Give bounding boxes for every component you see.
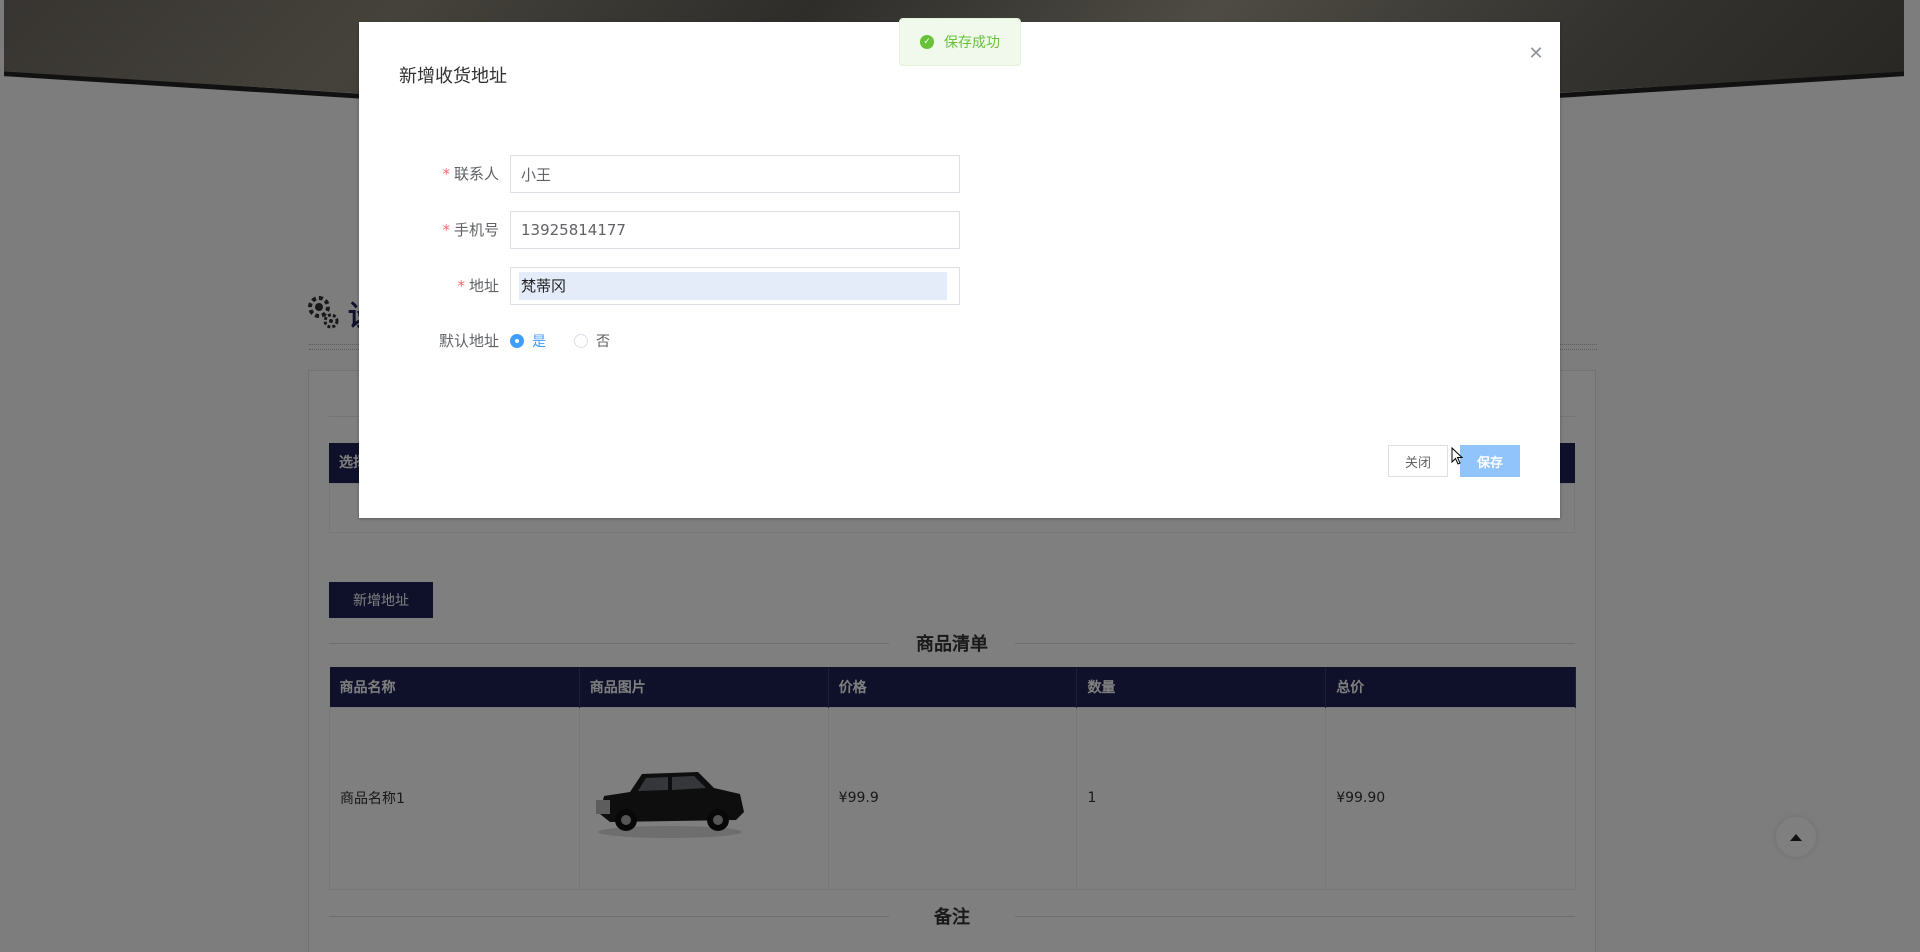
address-input-value: 梵蒂冈 — [519, 272, 947, 300]
phone-label-wrap: * 手机号 — [359, 211, 499, 249]
close-button[interactable]: 关闭 — [1388, 445, 1448, 477]
radio-no[interactable]: 否 — [574, 331, 610, 351]
required-mark: * — [442, 165, 450, 183]
check-circle-icon: ✓ — [920, 35, 934, 49]
contact-input[interactable] — [510, 155, 960, 193]
required-mark: * — [457, 277, 465, 295]
form-row-address: * 地址 梵蒂冈 — [359, 267, 1059, 305]
phone-label-text: 手机号 — [453, 221, 499, 239]
phone-label: * 手机号 — [359, 211, 499, 249]
success-toast: ✓ 保存成功 — [899, 18, 1021, 66]
address-label-text: 地址 — [468, 277, 499, 295]
default-label-wrap: 默认地址 — [359, 322, 499, 360]
form-row-contact: * 联系人 — [359, 155, 1059, 193]
phone-input[interactable] — [510, 211, 960, 249]
save-button[interactable]: 保存 — [1460, 445, 1520, 477]
form-row-default: 默认地址 是 否 — [359, 322, 1059, 360]
radio-unchecked-icon — [574, 334, 588, 348]
mouse-cursor-icon — [1451, 447, 1463, 465]
default-address-label: 默认地址 — [438, 332, 499, 350]
address-label: * 地址 — [359, 267, 499, 305]
radio-checked-icon — [510, 334, 524, 348]
contact-label-text: 联系人 — [453, 165, 499, 183]
radio-yes[interactable]: 是 — [510, 331, 546, 351]
close-icon[interactable]: ✕ — [1526, 44, 1546, 64]
add-address-dialog: 新增收货地址 ✕ *联系人 *手机号 *地址 梵蒂冈 默认地址 是 否 — [359, 22, 1560, 518]
address-label-wrap: * 地址 — [359, 267, 499, 305]
contact-label-wrap: * 联系人 — [359, 155, 499, 193]
contact-label: * 联系人 — [359, 155, 499, 193]
toast-message: 保存成功 — [944, 35, 1000, 51]
default-address-radio-group: 是 否 — [510, 322, 638, 360]
required-mark: * — [442, 221, 450, 239]
form-row-phone: * 手机号 — [359, 211, 1059, 249]
address-input[interactable]: 梵蒂冈 — [510, 267, 960, 305]
radio-no-label: 否 — [596, 334, 610, 350]
dialog-title: 新增收货地址 — [399, 66, 507, 87]
radio-yes-label: 是 — [532, 334, 546, 350]
